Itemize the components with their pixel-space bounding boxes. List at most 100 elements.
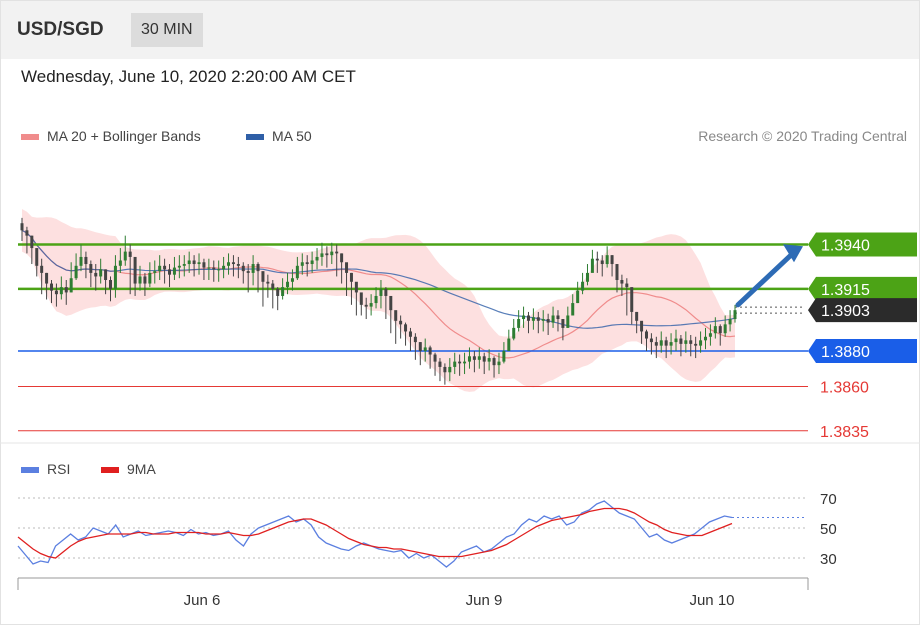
candle-body	[104, 269, 108, 280]
candle-body	[526, 315, 530, 321]
candle-body	[551, 315, 555, 323]
candle-body	[679, 338, 683, 344]
price-level-tags: 1.3940 1.3915 1.3903 1.3880 1.3860 1.3835	[808, 232, 917, 441]
candle-body	[295, 265, 299, 279]
candle-body	[507, 338, 511, 351]
rsi-tick-label: 50	[820, 521, 837, 538]
candle-body	[364, 304, 368, 307]
candle-body	[340, 253, 344, 263]
candle-body	[654, 342, 658, 346]
candle-body	[310, 260, 314, 265]
support-level-label: 1.3835	[820, 424, 869, 441]
candle-body	[531, 317, 535, 321]
candle-body	[335, 251, 339, 254]
candle-body	[625, 283, 629, 288]
chart-svg: 1.3940 1.3915 1.3903 1.3880 1.3860 1.3835 70 5…	[0, 209, 920, 609]
candle-body	[413, 336, 417, 343]
candle-body	[635, 311, 639, 321]
candle-body	[566, 315, 570, 328]
candle-body	[605, 255, 609, 265]
candle-body	[467, 356, 471, 362]
candle-body	[158, 265, 162, 272]
candle-body	[138, 276, 142, 284]
candle-body	[300, 262, 304, 266]
candle-body	[497, 361, 501, 366]
candle-body	[522, 315, 526, 320]
candle-body	[394, 310, 398, 321]
candle-body	[222, 265, 226, 270]
x-axis-date-label: Jun 9	[466, 592, 503, 609]
candle-body	[25, 230, 29, 236]
candle-body	[202, 262, 206, 268]
candle-body	[576, 290, 580, 304]
candle-body	[212, 267, 216, 270]
candle-body	[256, 264, 260, 272]
candle-body	[492, 358, 496, 366]
candle-body	[45, 272, 49, 284]
candle-body	[59, 287, 63, 295]
candle-body	[649, 338, 653, 343]
candle-body	[546, 319, 550, 323]
candle-body	[433, 354, 437, 362]
candle-body	[143, 276, 147, 284]
candle-body	[133, 256, 137, 284]
candle-body	[123, 251, 127, 261]
candle-body	[458, 361, 462, 364]
candle-body	[428, 347, 432, 355]
candle-body	[74, 265, 78, 279]
candle-body	[571, 303, 575, 316]
resistance-level-label: 1.3940	[821, 238, 870, 255]
candle-body	[99, 269, 103, 277]
candle-body	[54, 290, 58, 295]
candle-body	[345, 262, 349, 273]
candle-body	[330, 251, 334, 256]
candle-body	[217, 269, 221, 271]
candle-body	[197, 262, 201, 265]
candle-body	[561, 319, 565, 328]
candle-body	[359, 292, 363, 305]
candle-body	[438, 361, 442, 367]
candle-body	[723, 324, 727, 334]
candle-body	[349, 272, 353, 282]
candle-body	[615, 264, 619, 280]
rsi-tick-label: 30	[820, 551, 837, 568]
candle-body	[472, 356, 476, 360]
candle-body	[281, 287, 285, 296]
candle-body	[630, 287, 634, 312]
candle-body	[172, 267, 176, 275]
candle-body	[320, 253, 324, 257]
candle-body	[443, 366, 447, 373]
candle-body	[399, 320, 403, 325]
candle-body	[261, 271, 265, 282]
candle-body	[423, 347, 427, 351]
candle-body	[384, 288, 388, 296]
candle-body	[581, 281, 585, 291]
candle-body	[305, 262, 309, 265]
candle-body	[35, 248, 39, 266]
candle-body	[541, 319, 545, 321]
candle-body	[684, 340, 688, 344]
candle-body	[487, 358, 491, 362]
candle-body	[276, 288, 280, 296]
candle-body	[118, 260, 122, 266]
candle-body	[517, 319, 521, 328]
candle-body	[94, 272, 98, 277]
candle-body	[168, 269, 172, 275]
candle-body	[177, 265, 181, 268]
candle-body	[644, 331, 648, 339]
candle-body	[502, 350, 506, 362]
candle-body	[689, 340, 693, 344]
candle-body	[536, 317, 540, 321]
last-level-label: 1.3903	[821, 303, 870, 320]
candle-body	[404, 324, 408, 332]
candle-body	[595, 258, 599, 261]
candle-body	[699, 340, 703, 346]
candle-body	[512, 327, 516, 339]
candle-body	[30, 235, 34, 249]
candle-body	[694, 343, 698, 346]
candle-body	[674, 338, 678, 343]
candle-body	[453, 361, 457, 367]
candle-body	[408, 331, 412, 337]
candle-body	[713, 326, 717, 334]
candle-body	[418, 342, 422, 351]
